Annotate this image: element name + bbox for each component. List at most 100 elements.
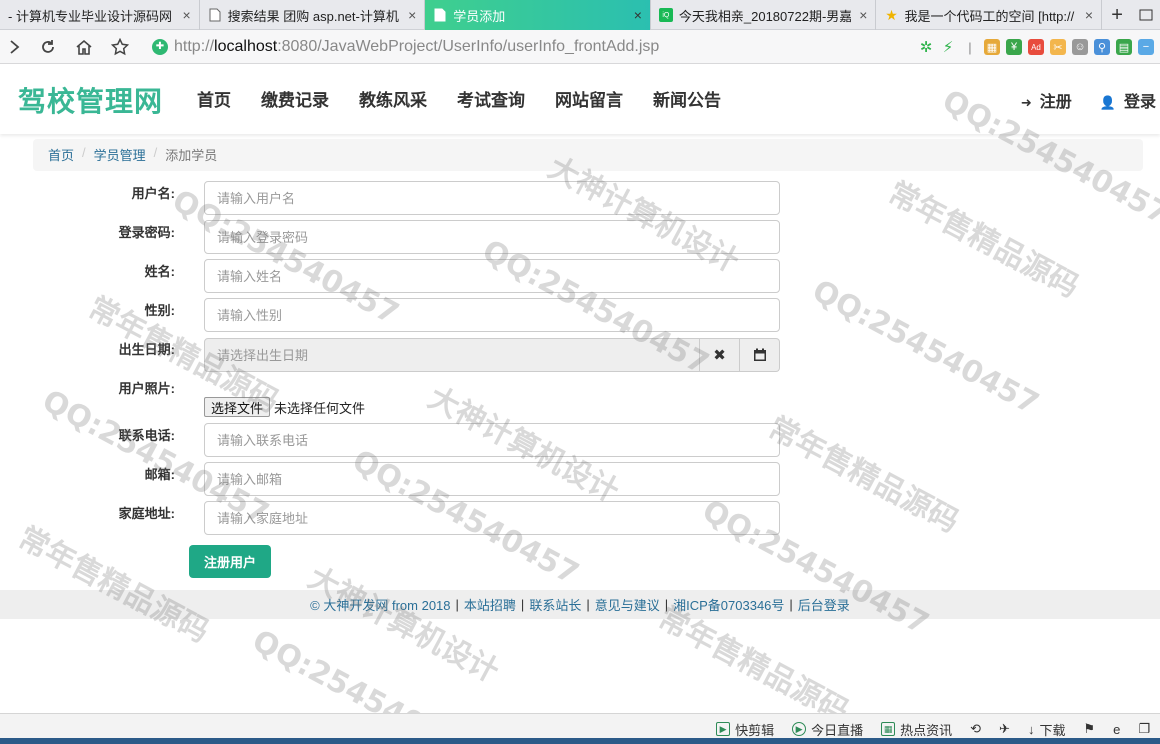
divider-icon: | <box>968 39 972 55</box>
form-row-name: 姓名: <box>0 259 1160 293</box>
phone-input[interactable] <box>204 423 780 457</box>
browser-tab[interactable]: - 计算机专业毕业设计源码网 × <box>0 0 200 30</box>
screenshot-icon[interactable]: ✂ <box>1050 39 1066 55</box>
site-footer: © 大神开发网 from 2018 | 本站招聘 | 联系站长 | 意见与建议 … <box>0 590 1160 619</box>
name-input[interactable] <box>204 259 780 293</box>
status-item-clip[interactable]: ▶ 快剪辑 <box>716 720 774 739</box>
birthday-date-picker: ✖ <box>204 338 780 372</box>
tab-title: 今天我相亲_20180722期-男嘉 <box>678 8 852 24</box>
clip-icon: ▶ <box>716 722 731 736</box>
address-input[interactable] <box>204 501 780 535</box>
tab-title: 搜索结果 团购 asp.net-计算机 <box>227 8 399 24</box>
footer-link-admin-login[interactable]: 后台登录 <box>798 595 850 614</box>
gender-label: 性别: <box>144 303 175 318</box>
login-link[interactable]: 👤 登录 <box>1100 88 1156 112</box>
footer-divider: | <box>586 597 590 612</box>
extension-toolbar: ✲ ⚡ | ▦ ¥ Ad ✂ ☺ ⚲ ▤ − <box>918 30 1160 64</box>
site-brand[interactable]: 驾校管理网 <box>18 80 163 120</box>
status-refresh[interactable]: ⟲ <box>970 721 981 737</box>
menu-messages[interactable]: 网站留言 <box>555 86 623 111</box>
close-icon[interactable]: × <box>859 7 867 23</box>
address-bar[interactable]: ✚ http://localhost:8080/JavaWebProject/U… <box>152 38 659 56</box>
name-label: 姓名: <box>144 264 175 279</box>
bookmark-star-icon[interactable] <box>102 30 138 64</box>
close-icon[interactable]: × <box>182 7 190 23</box>
menu-home[interactable]: 首页 <box>197 86 231 111</box>
password-input[interactable] <box>204 220 780 254</box>
register-link[interactable]: ➜ 注册 <box>1021 88 1072 112</box>
search-icon[interactable]: ⚲ <box>1094 39 1110 55</box>
browser-tab-strip: - 计算机专业毕业设计源码网 × 搜索结果 团购 asp.net-计算机 × 学… <box>0 0 1160 30</box>
book-icon[interactable]: ▤ <box>1116 39 1132 55</box>
footer-divider: | <box>455 597 459 612</box>
status-ie[interactable]: e <box>1113 722 1120 737</box>
browser-tab-active[interactable]: 学员添加 × <box>425 0 651 30</box>
apps-icon[interactable]: ▦ <box>984 39 1000 55</box>
zoom-icon[interactable]: − <box>1138 39 1154 55</box>
loading-icon[interactable]: ✲ <box>918 39 934 56</box>
gender-input[interactable] <box>204 298 780 332</box>
menu-payments[interactable]: 缴费记录 <box>261 86 329 111</box>
status-item-news[interactable]: ▦ 热点资讯 <box>881 720 952 739</box>
footer-link-icp[interactable]: 湘ICP备0703346号 <box>673 595 784 614</box>
register-user-button[interactable]: 注册用户 <box>189 545 271 578</box>
birthday-input[interactable] <box>204 338 700 372</box>
pdf-icon[interactable]: Ad <box>1028 39 1044 55</box>
breadcrumb-home[interactable]: 首页 <box>48 145 74 165</box>
phone-label: 联系电话: <box>118 428 175 443</box>
status-item-label: 今日直播 <box>811 722 864 738</box>
pin-icon: ✈ <box>999 721 1010 736</box>
home-icon[interactable] <box>66 30 102 64</box>
username-input[interactable] <box>204 181 780 215</box>
coin-icon[interactable]: ¥ <box>1006 39 1022 55</box>
status-pin[interactable]: ✈ <box>999 721 1010 737</box>
status-item-download[interactable]: ↓ 下载 <box>1028 720 1066 739</box>
browser-tab[interactable]: iQ 今天我相亲_20180722期-男嘉 × <box>651 0 877 30</box>
refresh-icon: ⟲ <box>970 721 982 736</box>
new-tab-button[interactable]: + <box>1102 0 1132 30</box>
breadcrumb-separator: / <box>153 145 158 160</box>
news-icon: ▦ <box>881 722 896 736</box>
browser-mode-icon: e <box>1113 721 1121 737</box>
file-status-text: 未选择任何文件 <box>274 400 366 416</box>
tab-list-icon[interactable] <box>1132 0 1160 30</box>
user-nav: ➜ 注册 👤 登录 <box>1021 88 1156 112</box>
address-label: 家庭地址: <box>118 506 175 521</box>
form-row-password: 登录密码: <box>0 220 1160 254</box>
status-item-label: 下载 <box>1039 722 1066 738</box>
watermark-text: 大神计算机设计 <box>302 560 505 690</box>
form-row-address: 家庭地址: <box>0 501 1160 535</box>
close-icon[interactable]: × <box>634 7 642 23</box>
reload-icon[interactable] <box>30 30 66 64</box>
close-icon[interactable]: × <box>408 7 416 23</box>
menu-news[interactable]: 新闻公告 <box>653 86 721 111</box>
photo-label: 用户照片: <box>118 381 175 396</box>
calendar-icon[interactable] <box>740 338 780 372</box>
footer-divider: | <box>789 597 793 612</box>
forward-icon[interactable] <box>0 30 30 64</box>
footer-link-jobs[interactable]: 本站招聘 <box>464 595 516 614</box>
tab-title: - 计算机专业毕业设计源码网 <box>8 8 172 24</box>
footer-link-contact[interactable]: 联系站长 <box>529 595 581 614</box>
email-input[interactable] <box>204 462 780 496</box>
birthday-label: 出生日期: <box>118 342 175 357</box>
username-label: 用户名: <box>131 186 175 201</box>
browser-tab[interactable]: ★ 我是一个代码工的空间 [http:// × <box>876 0 1103 30</box>
form-row-gender: 性别: <box>0 298 1160 332</box>
lightning-icon[interactable]: ⚡ <box>940 39 956 56</box>
status-window[interactable]: ❐ <box>1138 721 1150 737</box>
breadcrumb-separator: / <box>82 145 86 160</box>
browser-tab[interactable]: 搜索结果 团购 asp.net-计算机 × <box>200 0 426 30</box>
status-item-live[interactable]: ▶ 今日直播 <box>792 720 863 739</box>
breadcrumb-section[interactable]: 学员管理 <box>94 145 146 165</box>
choose-file-button[interactable]: 选择文件 <box>204 397 271 417</box>
close-icon[interactable]: × <box>1085 7 1093 23</box>
window-icon: ❐ <box>1138 721 1150 736</box>
clear-date-icon[interactable]: ✖ <box>700 338 740 372</box>
menu-coaches[interactable]: 教练风采 <box>359 86 427 111</box>
status-flag[interactable]: ⚑ <box>1083 721 1095 737</box>
site-header: 驾校管理网 首页 缴费记录 教练风采 考试查询 网站留言 新闻公告 ➜ 注册 👤 登… <box>0 64 1160 134</box>
footer-link-feedback[interactable]: 意见与建议 <box>595 595 660 614</box>
menu-exams[interactable]: 考试查询 <box>457 86 525 111</box>
game-icon[interactable]: ☺ <box>1072 39 1088 55</box>
